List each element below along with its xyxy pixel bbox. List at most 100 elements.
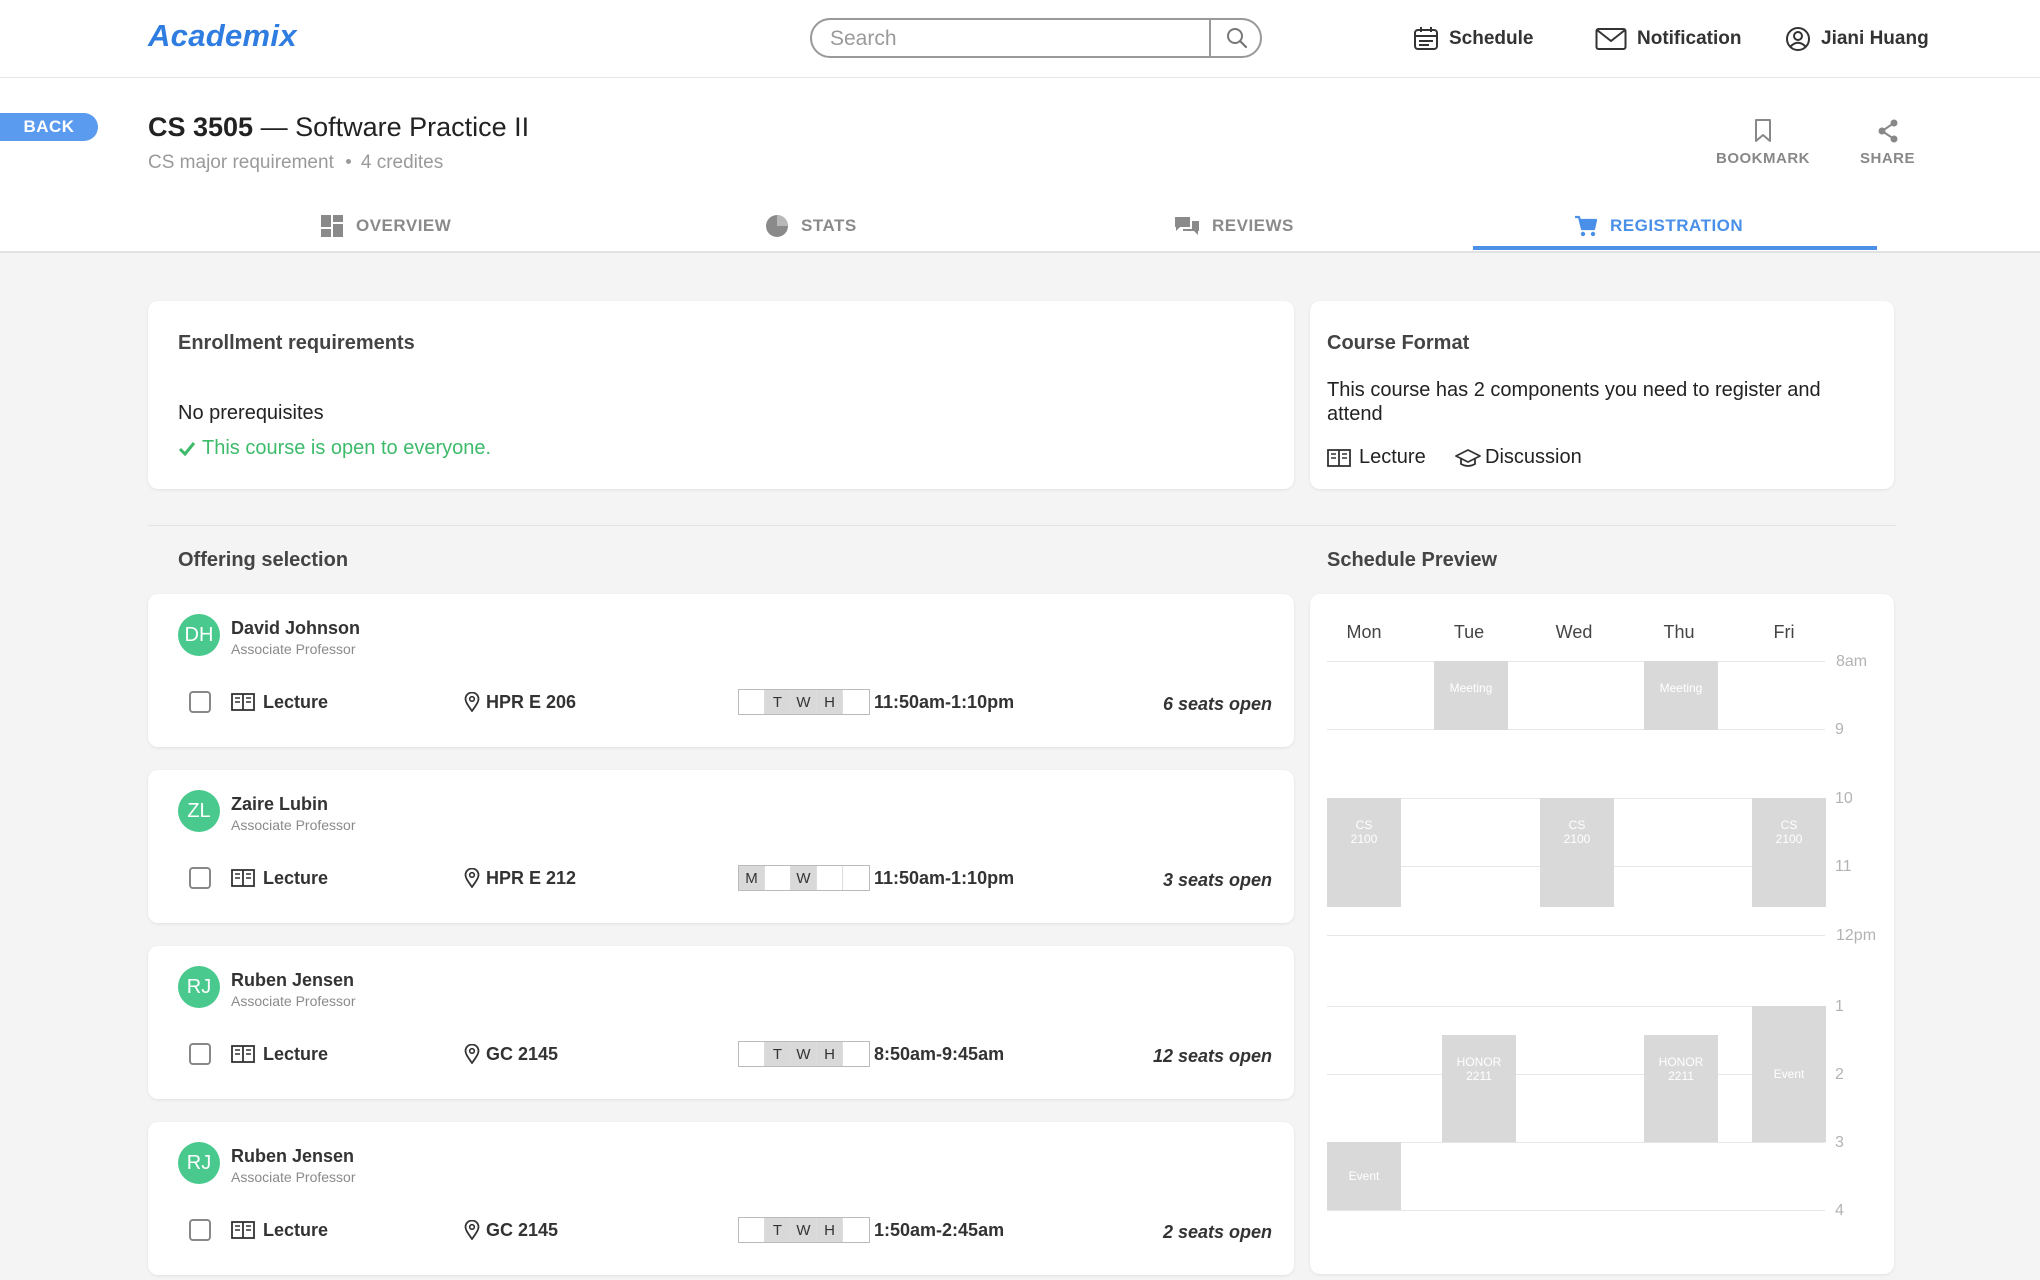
nav-notification[interactable]: Notification: [1595, 24, 1742, 54]
graduation-cap-icon: [1455, 448, 1481, 467]
schedule-event-label: Event: [1348, 1169, 1380, 1183]
professor-title: Associate Professor: [231, 993, 356, 1009]
day-cell-T: [765, 866, 791, 890]
offering-title: Offering selection: [178, 549, 349, 571]
checkmark-icon: [178, 441, 196, 456]
schedule-hour-line: [1327, 1142, 1825, 1143]
component-label: Lecture: [263, 1043, 329, 1064]
tab-reviews[interactable]: REVIEWS: [1174, 206, 1294, 246]
offering-checkbox[interactable]: [189, 1219, 211, 1241]
course-title-dash: —: [253, 112, 296, 142]
component-type: Lecture: [231, 690, 328, 714]
location-label: GC 2145: [486, 1219, 559, 1240]
schedule-event[interactable]: Meeting: [1644, 661, 1718, 730]
schedule-hour-label: 4: [1835, 1202, 1844, 1219]
schedule-event-label: Meeting: [1449, 681, 1493, 695]
course-title: CS 3505 — Software Practice II: [148, 112, 529, 143]
schedule-day-header: Mon: [1346, 622, 1382, 642]
schedule-hour-line: [1327, 729, 1825, 730]
schedule-event-label: Event: [1773, 1067, 1805, 1081]
schedule-event[interactable]: Meeting: [1434, 661, 1508, 730]
schedule-event-label: CS: [1568, 818, 1586, 832]
schedule-event[interactable]: HONOR 2211: [1644, 1035, 1718, 1142]
schedule-event[interactable]: CS 2100: [1327, 798, 1401, 907]
day-cell-T: T: [765, 1218, 791, 1242]
day-cell-M: M: [739, 866, 765, 890]
schedule-hour-label: 3: [1835, 1134, 1844, 1151]
search-icon: [1226, 28, 1247, 49]
schedule-day-header: Tue: [1453, 622, 1485, 642]
schedule-event-sublabel: 2211: [1466, 1069, 1492, 1083]
tab-registration-label: REGISTRATION: [1610, 216, 1744, 235]
share-label: SHARE: [1860, 150, 1916, 167]
mail-icon: [1595, 28, 1627, 50]
professor-title: Associate Professor: [231, 817, 356, 833]
schedule-event[interactable]: Event: [1752, 1006, 1826, 1142]
offering-checkbox[interactable]: [189, 867, 211, 889]
schedule-hour-label: 10: [1835, 790, 1853, 807]
course-code: CS 3505: [148, 112, 254, 142]
offering-checkbox[interactable]: [189, 691, 211, 713]
share-button[interactable]: SHARE: [1860, 118, 1915, 167]
offering-card: [148, 770, 1294, 923]
day-cell-H: [817, 866, 843, 890]
share-icon: [1878, 119, 1897, 143]
enrollment-title: Enrollment requirements: [178, 332, 415, 354]
schedule-event-label: CS: [1780, 818, 1798, 832]
schedule-hour-label: 1: [1835, 998, 1844, 1015]
day-cell-F: [843, 866, 869, 890]
schedule-event-label: HONOR: [1658, 1055, 1704, 1069]
schedule-hour-label: 11: [1835, 858, 1852, 875]
location-label: HPR E 206: [486, 691, 577, 712]
schedule-hour-label: 2: [1835, 1066, 1844, 1083]
day-cell-W: W: [791, 690, 817, 714]
bookmark-button[interactable]: BOOKMARK: [1716, 118, 1810, 167]
tab-stats[interactable]: STATS: [765, 206, 857, 246]
schedule-hour-label: 8am: [1836, 653, 1868, 670]
component-label: Lecture: [263, 867, 329, 888]
section-divider: [148, 525, 1896, 526]
search-input[interactable]: [830, 27, 1190, 51]
back-button[interactable]: BACK: [0, 113, 98, 141]
bookmark-label: BOOKMARK: [1716, 150, 1810, 167]
tab-registration[interactable]: REGISTRATION: [1574, 206, 1743, 246]
professor-name: Zaire Lubin: [231, 794, 329, 814]
open-status-text: This course is open to everyone.: [202, 437, 492, 459]
nav-user-label: Jiani Huang: [1821, 28, 1929, 49]
meeting-time: 11:50am-1:10pm: [874, 868, 1015, 888]
schedule-event[interactable]: CS 2100: [1752, 798, 1826, 907]
offering-card: [148, 946, 1294, 1099]
meeting-days: TWH: [738, 1217, 870, 1243]
seats-open: 6 seats open: [1162, 694, 1272, 714]
open-status: This course is open to everyone.: [178, 437, 491, 460]
location: GC 2145: [464, 1218, 558, 1242]
tab-reviews-label: REVIEWS: [1212, 216, 1294, 235]
schedule-event-sublabel: 2100: [1350, 832, 1378, 846]
schedule-hour-line: [1327, 1074, 1825, 1075]
avatar: RJ: [178, 966, 220, 1008]
search-bar: [810, 18, 1262, 58]
day-cell-F: [843, 1218, 869, 1242]
nav-schedule[interactable]: Schedule: [1413, 24, 1533, 54]
chat-bubbles-icon: [1175, 217, 1199, 235]
app-logo[interactable]: Academix: [148, 18, 297, 54]
nav-user[interactable]: Jiani Huang: [1785, 24, 1929, 54]
enrollment-card: [148, 301, 1294, 489]
offering-checkbox[interactable]: [189, 1043, 211, 1065]
seats-open: 12 seats open: [1152, 1046, 1272, 1066]
schedule-event[interactable]: CS 2100: [1540, 798, 1614, 907]
meeting-days: MW: [738, 865, 870, 891]
avatar: DH: [178, 614, 220, 656]
pie-chart-icon: [766, 215, 788, 237]
schedule-event[interactable]: HONOR 2211: [1442, 1035, 1516, 1142]
schedule-event[interactable]: Event: [1327, 1142, 1401, 1210]
professor-title: Associate Professor: [231, 1169, 356, 1185]
search-button[interactable]: [1211, 20, 1262, 56]
day-cell-M: [739, 1218, 765, 1242]
book-icon: [231, 693, 255, 711]
tab-overview[interactable]: OVERVIEW: [320, 206, 451, 246]
meeting-days: TWH: [738, 689, 870, 715]
prereq-text: No prerequisites: [178, 402, 324, 424]
component-label: Lecture: [263, 1219, 329, 1240]
location-pin-icon: [464, 1044, 480, 1064]
